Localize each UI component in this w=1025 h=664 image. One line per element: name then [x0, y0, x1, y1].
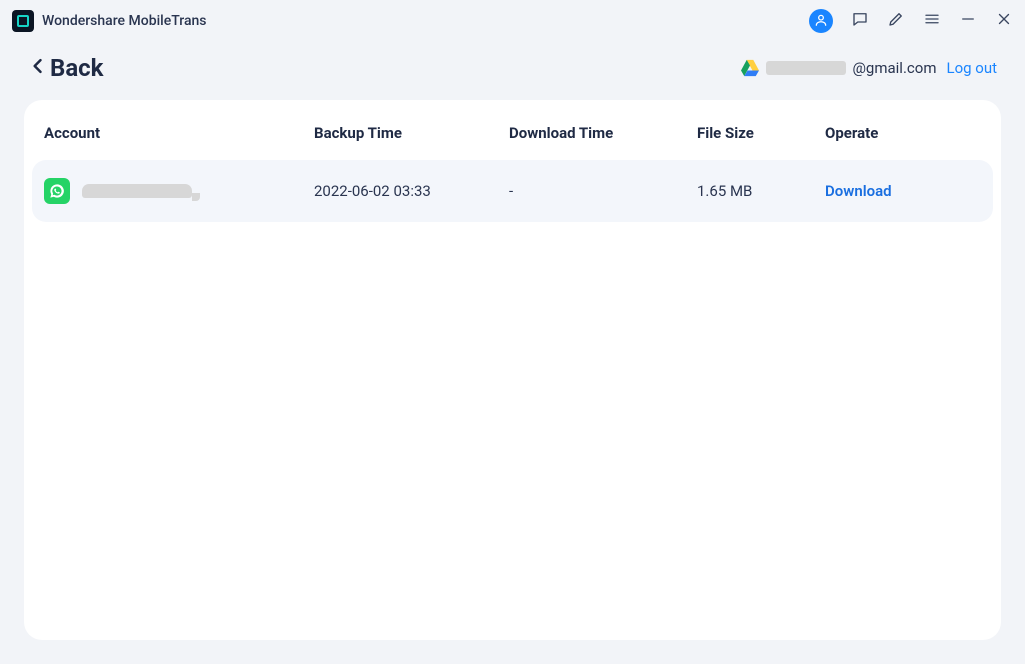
whatsapp-icon: [44, 178, 70, 204]
title-bar: Wondershare MobileTrans: [0, 0, 1025, 42]
backup-list-panel: Account Backup Time Download Time File S…: [24, 100, 1001, 640]
message-icon: [851, 10, 869, 32]
backup-table: Account Backup Time Download Time File S…: [32, 108, 993, 222]
table-row: 2022-06-02 03:33 - 1.65 MB Download: [32, 160, 993, 222]
email-redacted: [766, 61, 846, 75]
table-header: Account Backup Time Download Time File S…: [32, 108, 993, 158]
menu-button[interactable]: [923, 12, 941, 30]
chevron-left-icon: [28, 56, 48, 80]
title-bar-actions: [809, 9, 1013, 33]
user-icon: [814, 12, 828, 31]
account-name-redacted: [82, 184, 192, 198]
hamburger-icon: [923, 10, 941, 32]
cell-backup-time: 2022-06-02 03:33: [314, 182, 509, 200]
pencil-icon: [887, 10, 905, 32]
cell-file-size: 1.65 MB: [697, 182, 825, 200]
logged-in-account: @gmail.com Log out: [740, 59, 997, 77]
app-logo-icon: [12, 10, 34, 32]
google-drive-icon: [740, 59, 760, 77]
th-operate: Operate: [825, 124, 981, 142]
email-suffix: @gmail.com: [852, 59, 936, 77]
close-window-button[interactable]: [995, 12, 1013, 30]
cell-account: [44, 178, 314, 204]
close-icon: [995, 10, 1013, 32]
app-window: Wondershare MobileTrans: [0, 0, 1025, 664]
th-backup-time: Backup Time: [314, 124, 509, 142]
app-title: Wondershare MobileTrans: [42, 13, 207, 29]
minimize-icon: [959, 10, 977, 32]
download-link[interactable]: Download: [825, 182, 892, 200]
cell-download-time: -: [509, 182, 697, 200]
edit-button[interactable]: [887, 12, 905, 30]
logout-link[interactable]: Log out: [946, 59, 997, 77]
th-file-size: File Size: [697, 124, 825, 142]
nav-bar: Back @gmail.com Log out: [0, 42, 1025, 100]
back-label: Back: [50, 54, 103, 82]
minimize-button[interactable]: [959, 12, 977, 30]
feedback-button[interactable]: [851, 12, 869, 30]
cell-operate: Download: [825, 182, 981, 200]
th-account: Account: [44, 124, 314, 142]
user-account-button[interactable]: [809, 9, 833, 33]
back-button[interactable]: Back: [28, 54, 103, 82]
th-download-time: Download Time: [509, 124, 697, 142]
